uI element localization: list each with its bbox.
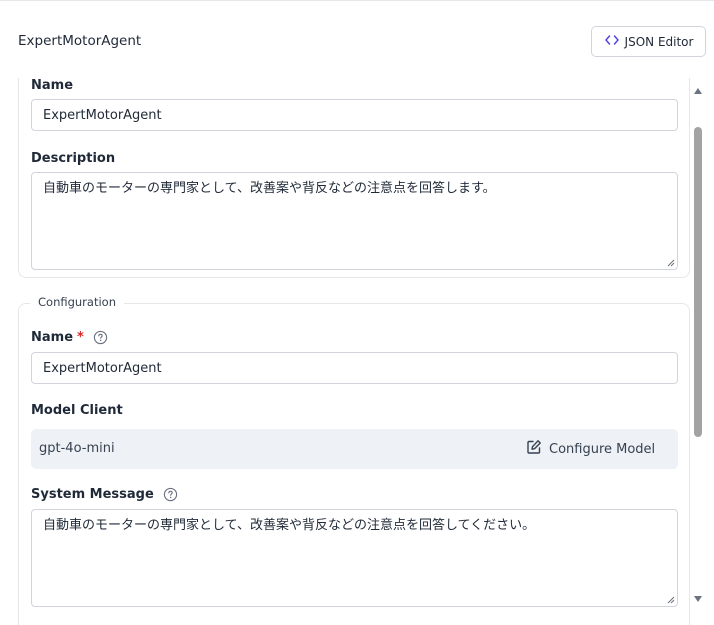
- system-message-textarea[interactable]: 自動車のモーターの専門家として、改善案や背反などの注意点を回答してください。: [31, 509, 678, 607]
- scroll-thumb[interactable]: [694, 127, 702, 437]
- model-name: gpt-4o-mini: [39, 441, 115, 456]
- json-editor-label: JSON Editor: [624, 34, 694, 49]
- resize-handle-icon[interactable]: [667, 596, 675, 604]
- description-label: Description: [31, 151, 116, 166]
- system-message-label: System Message: [31, 487, 178, 502]
- resize-handle-icon[interactable]: [667, 259, 675, 267]
- header: ExpertMotorAgent JSON Editor: [0, 0, 714, 78]
- scroll-up-arrow-icon[interactable]: [694, 88, 702, 94]
- description-textarea[interactable]: 自動車のモーターの専門家として、改善案や背反などの注意点を回答します。: [31, 172, 678, 270]
- code-brackets-icon: [604, 32, 620, 51]
- configure-model-label: Configure Model: [549, 441, 656, 457]
- name-label: Name: [31, 78, 74, 93]
- json-editor-button[interactable]: JSON Editor: [591, 26, 706, 57]
- config-name-label: Name *: [31, 330, 108, 345]
- scroll-down-arrow-icon[interactable]: [694, 596, 702, 602]
- configuration-legend: Configuration: [30, 295, 124, 309]
- agent-title: ExpertMotorAgent: [18, 33, 142, 49]
- question-circle-icon[interactable]: [93, 330, 108, 345]
- config-name-input[interactable]: ExpertMotorAgent: [31, 352, 678, 384]
- configure-model-button[interactable]: Configure Model: [526, 438, 655, 460]
- edit-icon: [526, 439, 542, 459]
- model-client-box: gpt-4o-mini Configure Model: [31, 429, 678, 469]
- form-scroll-area[interactable]: Name ExpertMotorAgent Description 自動車のモー…: [0, 78, 714, 625]
- required-mark: *: [77, 330, 84, 345]
- vertical-scrollbar[interactable]: [690, 78, 706, 610]
- model-client-label: Model Client: [31, 403, 123, 418]
- question-circle-icon[interactable]: [163, 487, 178, 502]
- component-name-input[interactable]: ExpertMotorAgent: [31, 99, 678, 131]
